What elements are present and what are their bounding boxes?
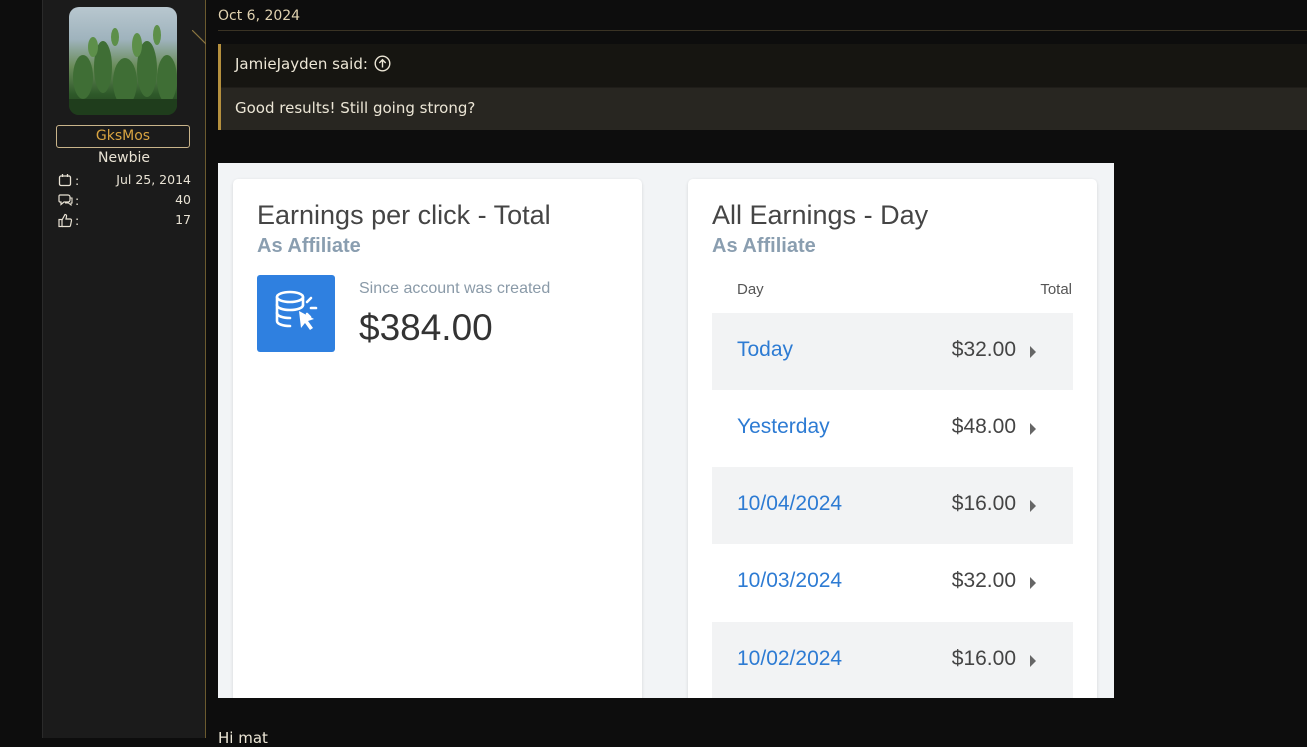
chevron-right-icon[interactable] xyxy=(1030,577,1036,589)
arrow-up-circle-icon[interactable] xyxy=(374,55,391,76)
stat-colon: : xyxy=(75,193,80,208)
row-day-link[interactable]: 10/02/2024 xyxy=(737,647,842,671)
quote-header[interactable]: JamieJayden said: xyxy=(235,55,391,76)
table-row[interactable]: Today $32.00 xyxy=(712,313,1073,390)
stat-colon: : xyxy=(75,173,80,188)
row-total: $16.00 xyxy=(951,647,1016,670)
quote-body: Good results! Still going strong? xyxy=(221,87,1307,130)
row-day-link[interactable]: 10/03/2024 xyxy=(737,569,842,593)
card-subtitle: As Affiliate xyxy=(712,235,816,257)
since-label: Since account was created xyxy=(359,280,551,297)
row-day-link[interactable]: 10/04/2024 xyxy=(737,492,842,516)
database-click-icon xyxy=(257,275,335,352)
chevron-right-icon[interactable] xyxy=(1030,500,1036,512)
avatar[interactable] xyxy=(69,7,177,115)
column-header-day: Day xyxy=(737,281,764,298)
card-title: Earnings per click - Total xyxy=(257,200,551,230)
embedded-screenshot[interactable]: Earnings per click - Total As Affiliate … xyxy=(218,163,1114,698)
column-header-total: Total xyxy=(1040,281,1072,298)
total-earnings-value: $384.00 xyxy=(359,307,493,348)
row-total: $32.00 xyxy=(951,338,1016,361)
post-body-text: Hi mat xyxy=(218,729,268,747)
post-divider xyxy=(218,30,1307,31)
table-row[interactable]: Yesterday $48.00 xyxy=(712,390,1073,467)
user-sidebar: GksMos Newbie : Jul 25, 2014 : 40 : 17 xyxy=(42,0,206,738)
table-row[interactable]: 10/04/2024 $16.00 xyxy=(712,467,1073,544)
table-row[interactable]: 10/03/2024 $32.00 xyxy=(712,544,1073,621)
row-day-link[interactable]: Today xyxy=(737,338,793,362)
quote-text: Good results! Still going strong? xyxy=(235,99,476,117)
stat-value: 17 xyxy=(175,212,191,227)
avatar-foliage xyxy=(69,25,177,115)
stat-value: Jul 25, 2014 xyxy=(116,172,191,187)
left-gutter xyxy=(0,0,42,738)
row-day-link[interactable]: Yesterday xyxy=(737,415,830,439)
chevron-right-icon[interactable] xyxy=(1030,655,1036,667)
stat-reactions: : 17 xyxy=(58,212,191,230)
chevron-right-icon[interactable] xyxy=(1030,423,1036,435)
row-total: $48.00 xyxy=(951,415,1016,438)
chevron-right-icon[interactable] xyxy=(1030,346,1036,358)
quote-author[interactable]: JamieJayden said: xyxy=(235,55,368,73)
card-subtitle: As Affiliate xyxy=(257,235,361,257)
quote-block: JamieJayden said: Good results! Still go… xyxy=(218,44,1307,130)
post-date[interactable]: Oct 6, 2024 xyxy=(218,8,300,24)
username-link[interactable]: GksMos xyxy=(56,125,190,148)
stat-value: 40 xyxy=(175,192,191,207)
user-title: Newbie xyxy=(98,150,150,166)
all-earnings-day-card: All Earnings - Day As Affiliate Day Tota… xyxy=(688,179,1097,698)
stat-joined: : Jul 25, 2014 xyxy=(58,172,191,190)
row-total: $32.00 xyxy=(951,569,1016,592)
stat-colon: : xyxy=(75,213,80,228)
earnings-per-click-card: Earnings per click - Total As Affiliate … xyxy=(233,179,642,698)
table-row[interactable]: 10/02/2024 $16.00 xyxy=(712,622,1073,698)
row-total: $16.00 xyxy=(951,492,1016,515)
post-arrow-tail xyxy=(192,30,206,45)
stat-messages: : 40 xyxy=(58,192,191,210)
card-title: All Earnings - Day xyxy=(712,200,929,230)
